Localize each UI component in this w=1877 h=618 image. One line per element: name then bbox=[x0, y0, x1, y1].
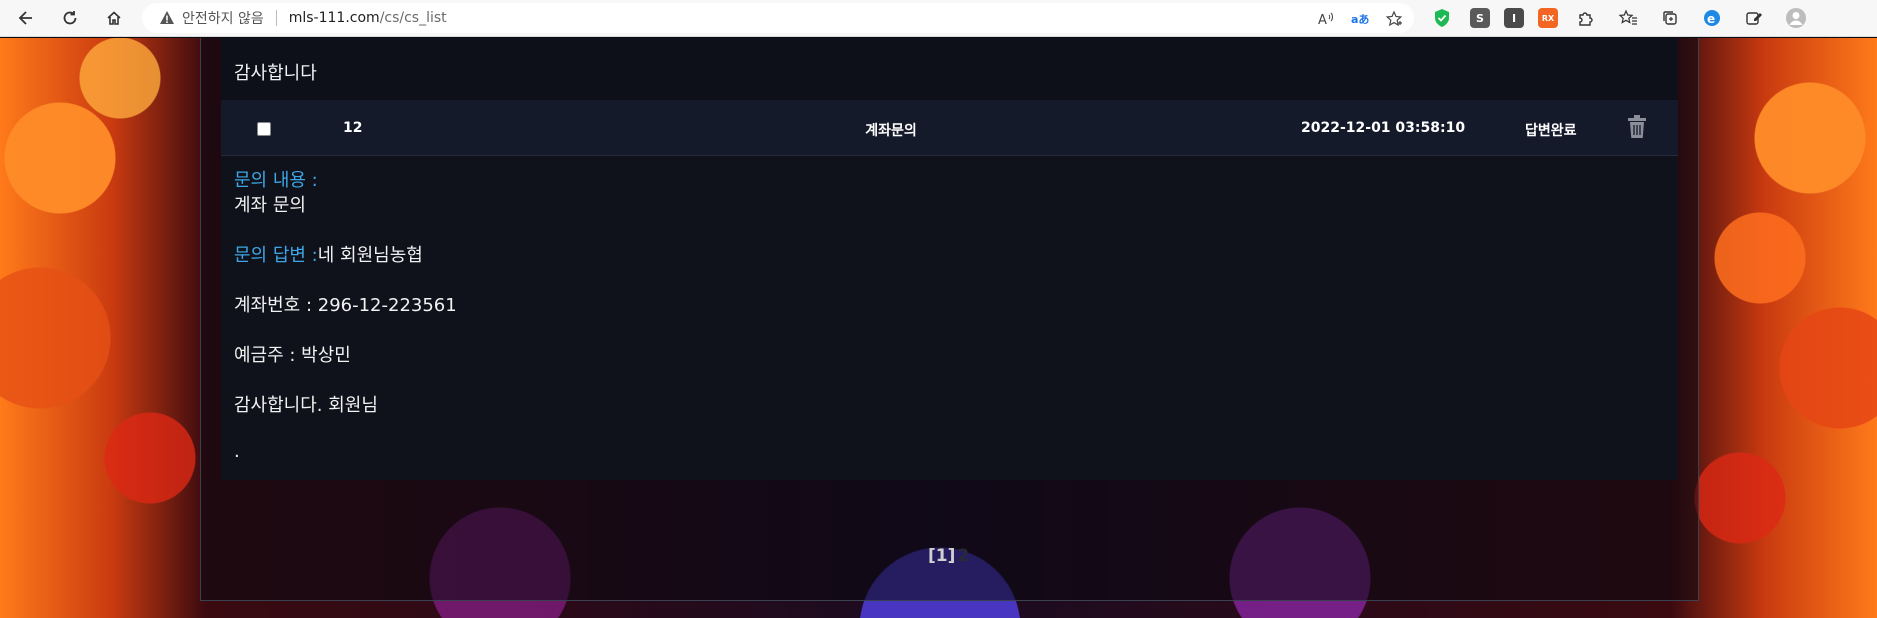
url-path: /cs/cs_list bbox=[379, 10, 447, 26]
extension-toolbar: S I RX e bbox=[1428, 4, 1810, 32]
browser-toolbar: 안전하지 않음 mls-111.com/cs/cs_list A aあ S I … bbox=[0, 0, 1877, 37]
edge-ie-mode-icon[interactable]: e bbox=[1698, 4, 1726, 32]
page-background: 감사합니다 12 계좌문의 2022-12-01 03:58:10 답변완료 문… bbox=[0, 38, 1877, 618]
profile-avatar-icon[interactable] bbox=[1782, 4, 1810, 32]
answer-text: 네 회원님농협 bbox=[317, 245, 423, 266]
i-extension-icon[interactable]: I bbox=[1504, 8, 1524, 28]
rx-extension-icon[interactable]: RX bbox=[1538, 8, 1558, 28]
security-status[interactable]: 안전하지 않음 bbox=[182, 8, 264, 28]
favorite-add-icon[interactable] bbox=[1384, 9, 1404, 29]
address-actions: A aあ bbox=[1316, 9, 1404, 29]
back-icon[interactable] bbox=[12, 4, 40, 32]
previous-entry-answer: 감사합니다 bbox=[221, 38, 1678, 100]
inquiry-detail: 문의 내용 : 계좌 문의 문의 답변 :네 회원님농협 계좌번호 : 296-… bbox=[234, 166, 1664, 466]
address-separator bbox=[275, 10, 277, 26]
select-checkbox[interactable] bbox=[257, 122, 271, 136]
warning-icon bbox=[158, 9, 176, 27]
inquiry-datetime: 2022-12-01 03:58:10 bbox=[1301, 120, 1466, 136]
cs-list-panel: 감사합니다 12 계좌문의 2022-12-01 03:58:10 답변완료 문… bbox=[221, 38, 1678, 480]
answer-line: 문의 답변 :네 회원님농협 bbox=[234, 241, 1664, 266]
page-next[interactable]: 2 bbox=[957, 546, 969, 566]
trash-icon[interactable] bbox=[1626, 114, 1648, 140]
extensions-puzzle-icon[interactable] bbox=[1572, 4, 1600, 32]
collections-icon[interactable] bbox=[1656, 4, 1684, 32]
translate-icon[interactable]: aあ bbox=[1350, 9, 1370, 29]
inquiry-number: 12 bbox=[343, 120, 363, 136]
url-text[interactable]: mls-111.com/cs/cs_list bbox=[289, 10, 447, 26]
refresh-icon[interactable] bbox=[56, 4, 84, 32]
inquiry-row[interactable]: 12 계좌문의 2022-12-01 03:58:10 답변완료 bbox=[221, 100, 1678, 156]
pagination: [1] 2 bbox=[928, 546, 969, 566]
url-host: mls-111.com bbox=[288, 10, 380, 26]
s-extension-icon[interactable]: S bbox=[1470, 8, 1490, 28]
page-current[interactable]: [1] bbox=[928, 546, 955, 566]
account-number-line: 계좌번호 : 296-12-223561 bbox=[234, 295, 457, 316]
inquiry-subject[interactable]: 계좌문의 bbox=[781, 120, 1001, 140]
answer-label: 문의 답변 : bbox=[234, 245, 318, 266]
thanks-line: 감사합니다. 회원님 bbox=[234, 395, 378, 416]
edit-extension-icon[interactable] bbox=[1740, 4, 1768, 32]
shield-extension-icon[interactable] bbox=[1428, 4, 1456, 32]
read-aloud-icon[interactable]: A bbox=[1316, 9, 1336, 29]
svg-text:aあ: aあ bbox=[1351, 13, 1369, 26]
account-holder-line: 예금주 : 박상민 bbox=[234, 345, 351, 366]
question-text: 계좌 문의 bbox=[234, 195, 306, 216]
inquiry-status: 답변완료 bbox=[1525, 123, 1577, 139]
favorites-icon[interactable] bbox=[1614, 4, 1642, 32]
address-bar[interactable]: 안전하지 않음 mls-111.com/cs/cs_list A aあ bbox=[142, 3, 1414, 33]
previous-entry-text: 감사합니다 bbox=[234, 63, 317, 84]
svg-text:A: A bbox=[1318, 13, 1327, 28]
question-label: 문의 내용 : bbox=[234, 170, 318, 191]
home-icon[interactable] bbox=[100, 4, 128, 32]
trailing-dot: . bbox=[234, 441, 240, 462]
svg-text:e: e bbox=[1707, 12, 1715, 26]
